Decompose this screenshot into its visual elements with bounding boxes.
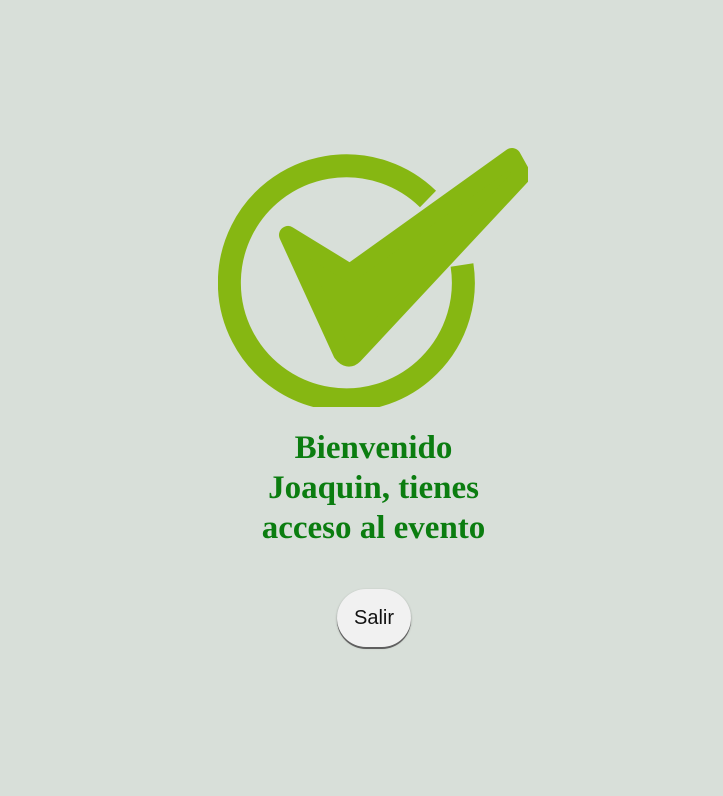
exit-button[interactable]: Salir <box>337 589 411 647</box>
welcome-line-1: Bienvenido <box>294 430 453 466</box>
success-check-icon <box>218 147 528 407</box>
check-circle-icon <box>218 148 528 407</box>
welcome-message: Bienvenido Joaquin, tienes acceso al eve… <box>0 428 723 548</box>
welcome-line-2: Joaquin, tienes <box>268 470 479 506</box>
welcome-line-3: acceso al evento <box>261 510 486 546</box>
